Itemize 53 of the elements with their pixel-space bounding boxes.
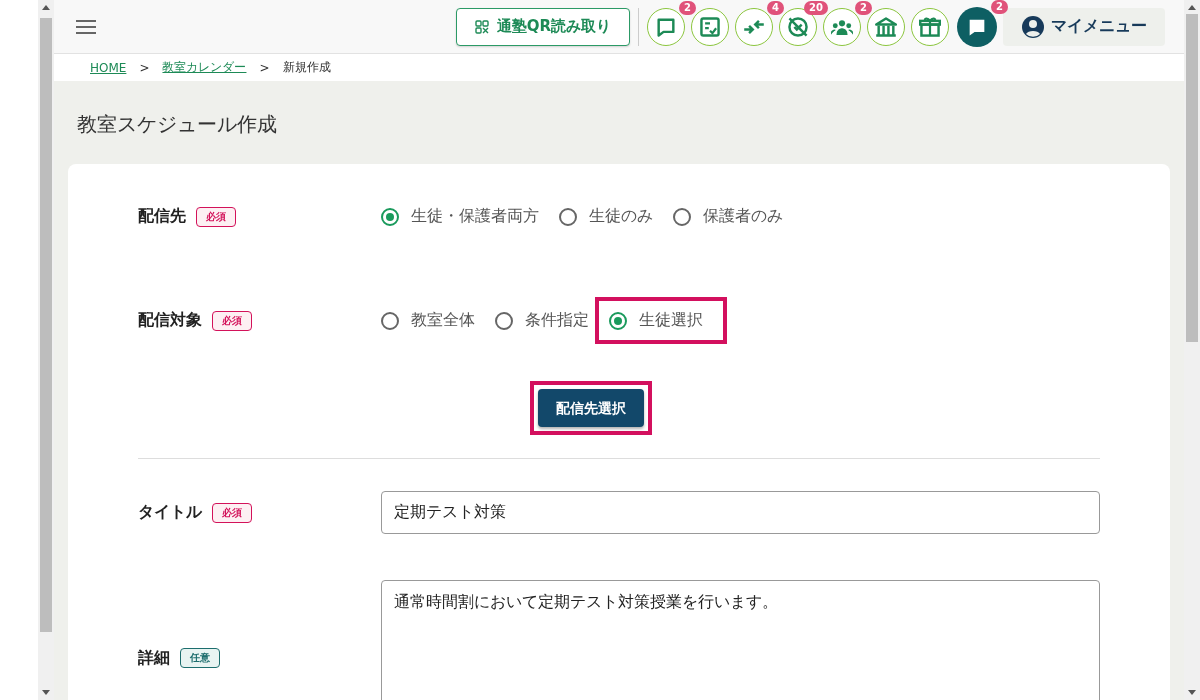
required-tag: 必須 (212, 502, 252, 523)
radio-option[interactable]: 生徒選択 (595, 297, 727, 344)
field-label: タイトル (138, 502, 202, 523)
radio-button[interactable] (381, 311, 399, 330)
field-label: 詳細 (138, 647, 170, 669)
select-recipients-button[interactable]: 配信先選択 (530, 381, 652, 435)
user-icon (1021, 14, 1045, 39)
radio-button[interactable] (609, 311, 627, 330)
breadcrumb-link[interactable]: HOME (90, 60, 127, 75)
radio-option[interactable]: 生徒のみ (549, 193, 663, 240)
radio-button[interactable] (559, 207, 577, 226)
title-input-field[interactable]: 定期テスト対策 (381, 491, 1100, 534)
scrollbar-thumb[interactable] (1186, 14, 1198, 342)
count-badge: 2 (991, 0, 1008, 14)
breadcrumb-separator: > (259, 60, 270, 75)
scrollbar-thumb[interactable] (40, 18, 52, 632)
gift-button[interactable] (911, 7, 949, 46)
field-label: 配信対象 (138, 310, 202, 331)
gift-icon (919, 15, 941, 38)
count-badge: 2 (679, 0, 696, 15)
people-button[interactable] (823, 7, 861, 46)
detail-text-area[interactable]: 通常時間割において定期テスト対策授業を行います。 (381, 580, 1100, 700)
checklist-icon (699, 15, 721, 38)
required-tag: 必須 (196, 206, 236, 227)
building-icon (875, 15, 897, 38)
checklist-button[interactable] (691, 7, 729, 46)
field-label: 配信先 (138, 206, 186, 227)
count-badge: 2 (855, 0, 872, 15)
count-badge: 4 (767, 0, 784, 15)
radio-option[interactable]: 教室全体 (371, 297, 485, 344)
qr-code-icon (474, 19, 489, 34)
breadcrumb-current: 新規作成 (282, 59, 331, 76)
chat-bubble-icon (655, 15, 677, 38)
radio-option[interactable]: 保護者のみ (663, 193, 793, 240)
radio-button[interactable] (495, 311, 513, 330)
page-title: 教室スケジュール作成 (76, 111, 278, 138)
radio-button[interactable] (673, 207, 691, 226)
chat-button[interactable] (647, 7, 685, 46)
breadcrumb-link[interactable]: 教室カレンダー (162, 59, 247, 76)
building-button[interactable] (867, 7, 905, 46)
crossed-circle-icon (787, 15, 809, 38)
arrows-button[interactable] (735, 7, 773, 46)
my-menu-button[interactable]: マイメニュー (1003, 7, 1165, 46)
menu-icon[interactable] (76, 19, 96, 34)
radio-option[interactable]: 生徒・保護者両方 (371, 193, 549, 240)
qr-reader-button[interactable]: 通塾QR読み取り (455, 7, 630, 46)
breadcrumb-separator: > (139, 60, 150, 75)
count-badge: 20 (804, 0, 828, 15)
required-tag: 必須 (212, 310, 252, 331)
radio-button[interactable] (381, 207, 399, 226)
scroll-down-arrow-icon[interactable] (1188, 690, 1196, 695)
message-button[interactable] (957, 6, 997, 47)
optional-tag: 任意 (180, 648, 220, 668)
